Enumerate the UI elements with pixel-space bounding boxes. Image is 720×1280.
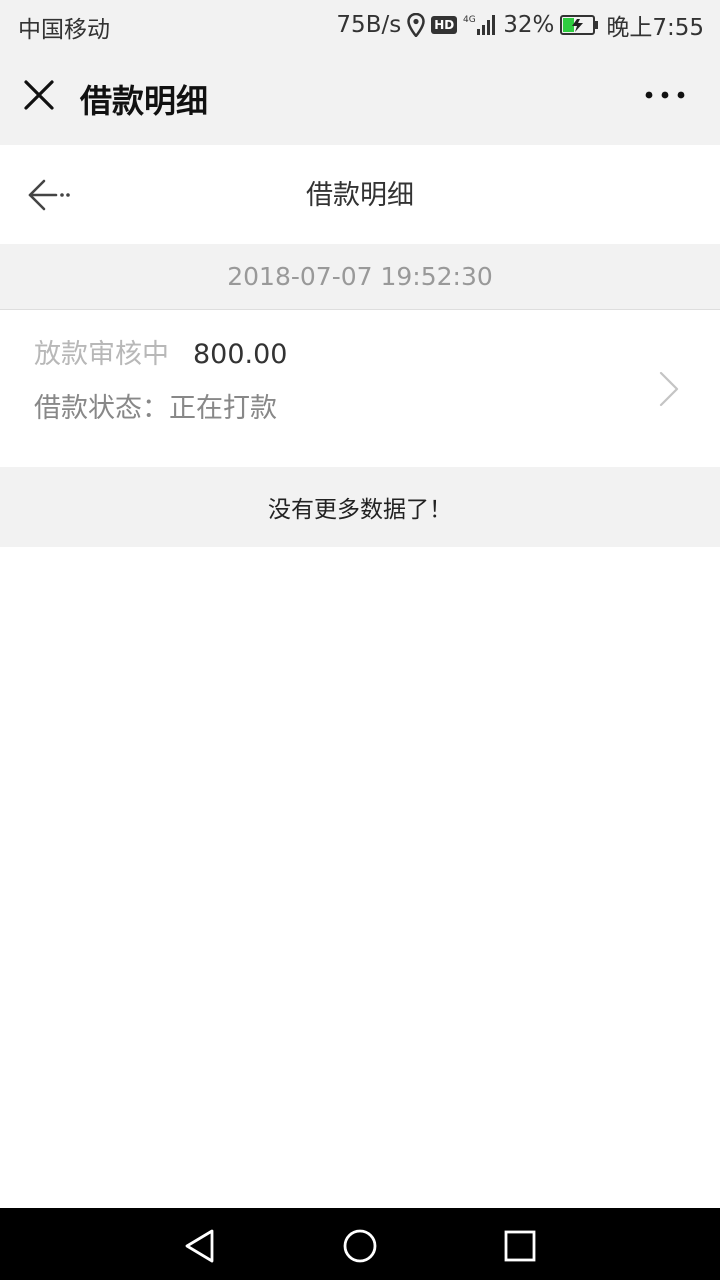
clock-time: 晚上7:55 (606, 15, 704, 41)
more-dots-icon[interactable] (640, 80, 690, 110)
no-more-data-message: 没有更多数据了！ (0, 467, 720, 547)
signal-icon: 4G (463, 13, 497, 37)
battery-percent: 32% (503, 12, 555, 38)
record-status-label: 放款审核中 (34, 339, 169, 370)
carrier-label: 中国移动 (18, 17, 110, 43)
loan-record-item[interactable]: 放款审核中 800.00 借款状态：正在打款 (0, 310, 720, 467)
status-bar-right: 75B/s HD 4G 32% 晚上7:55 (336, 8, 704, 42)
wechat-title: 借款明细 (80, 82, 209, 120)
square-recents-icon[interactable] (500, 1226, 540, 1266)
no-more-data-text: 没有更多数据了！ (268, 497, 452, 523)
status-bar: 中国移动 75B/s HD 4G 32% 晚上7:55 (0, 0, 720, 50)
wechat-title-bar: 借款明细 (0, 50, 720, 145)
location-icon (407, 13, 425, 37)
record-summary: 放款审核中 800.00 (34, 332, 287, 371)
triangle-back-icon[interactable] (180, 1226, 220, 1266)
chevron-right-icon (658, 370, 680, 408)
hd-badge: HD (431, 16, 458, 34)
page-title: 借款明细 (306, 180, 414, 211)
system-nav-bar (0, 1208, 720, 1280)
record-amount: 800.00 (193, 339, 288, 370)
net-speed-label: 75B/s (336, 12, 402, 38)
record-state-text: 借款状态：正在打款 (34, 393, 277, 424)
svg-text:4G: 4G (463, 15, 476, 25)
circle-home-icon[interactable] (340, 1226, 380, 1266)
close-icon[interactable] (20, 76, 60, 116)
battery-charging-icon (560, 14, 600, 36)
record-date: 2018-07-07 19:52:30 (0, 244, 720, 310)
page-header: 借款明细 (0, 145, 720, 244)
record-date-text: 2018-07-07 19:52:30 (227, 262, 493, 291)
